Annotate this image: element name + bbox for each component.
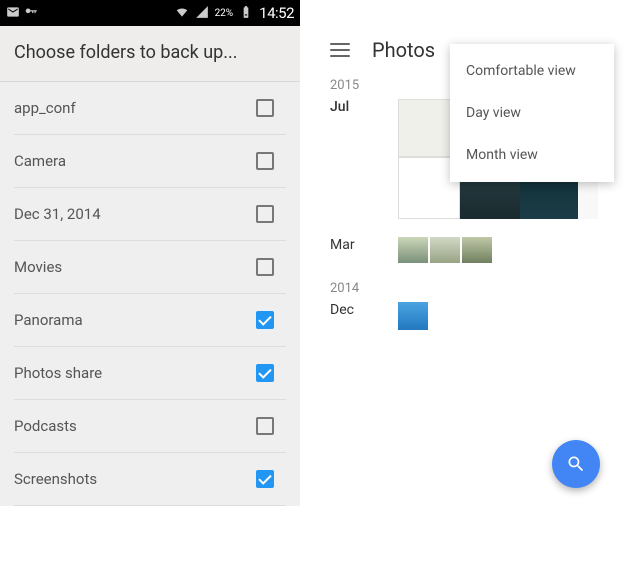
year-2014-label: 2014 bbox=[330, 281, 602, 296]
menu-item-month-view[interactable]: Month view bbox=[450, 134, 614, 176]
folder-item-camera[interactable]: Camera bbox=[14, 135, 286, 188]
month-label-mar: Mar bbox=[330, 237, 380, 253]
cell-signal-icon bbox=[195, 5, 209, 22]
month-label-jul: Jul bbox=[330, 99, 380, 115]
checkbox[interactable] bbox=[256, 152, 274, 170]
folder-label: Screenshots bbox=[14, 470, 97, 488]
thumbnail-row-mar[interactable] bbox=[398, 237, 492, 263]
folder-item-dec31[interactable]: Dec 31, 2014 bbox=[14, 188, 286, 241]
search-fab[interactable] bbox=[552, 440, 600, 488]
search-icon bbox=[566, 454, 586, 474]
folder-label: Movies bbox=[14, 258, 62, 276]
folder-label: Camera bbox=[14, 152, 66, 170]
battery-pct: 22% bbox=[215, 8, 234, 19]
month-row-dec: Dec bbox=[330, 302, 602, 330]
folder-label: Dec 31, 2014 bbox=[14, 205, 101, 223]
folder-label: app_conf bbox=[14, 99, 76, 117]
photos-title: Photos bbox=[372, 38, 435, 62]
checkbox[interactable] bbox=[256, 205, 274, 223]
checkbox-checked[interactable] bbox=[256, 470, 274, 488]
folder-label: Podcasts bbox=[14, 417, 77, 435]
month-row-mar: Mar bbox=[330, 237, 602, 263]
checkbox[interactable] bbox=[256, 99, 274, 117]
menu-item-day-view[interactable]: Day view bbox=[450, 92, 614, 134]
photo-thumbnail[interactable] bbox=[462, 237, 492, 263]
battery-icon bbox=[239, 5, 253, 22]
folder-item-panorama[interactable]: Panorama bbox=[14, 294, 286, 347]
folder-item-podcasts[interactable]: Podcasts bbox=[14, 400, 286, 453]
photo-thumbnail[interactable] bbox=[398, 302, 428, 330]
photo-thumbnail[interactable] bbox=[398, 237, 428, 263]
photo-thumbnail[interactable] bbox=[430, 237, 460, 263]
folder-list: app_conf Camera Dec 31, 2014 Movies Pano… bbox=[0, 82, 300, 506]
page-title: Choose folders to back up... bbox=[0, 26, 300, 82]
folder-label: Photos share bbox=[14, 364, 102, 382]
folder-item-photos-share[interactable]: Photos share bbox=[14, 347, 286, 400]
view-mode-menu: Comfortable view Day view Month view bbox=[450, 44, 614, 182]
menu-item-comfortable-view[interactable]: Comfortable view bbox=[450, 50, 614, 92]
status-bar: 22% 14:52 bbox=[0, 0, 300, 26]
hamburger-icon[interactable] bbox=[330, 43, 350, 57]
folder-item-movies[interactable]: Movies bbox=[14, 241, 286, 294]
wifi-icon bbox=[175, 5, 189, 22]
checkbox-checked[interactable] bbox=[256, 311, 274, 329]
checkbox[interactable] bbox=[256, 258, 274, 276]
folder-item-screenshots[interactable]: Screenshots bbox=[14, 453, 286, 506]
backup-folders-screen: 22% 14:52 Choose folders to back up... a… bbox=[0, 0, 300, 506]
status-time: 14:52 bbox=[259, 4, 294, 22]
folder-label: Panorama bbox=[14, 311, 83, 329]
checkbox-checked[interactable] bbox=[256, 364, 274, 382]
status-bar-light bbox=[316, 0, 616, 26]
key-icon bbox=[24, 5, 38, 22]
month-label-dec: Dec bbox=[330, 302, 380, 318]
folder-item-app-conf[interactable]: app_conf bbox=[14, 82, 286, 135]
checkbox[interactable] bbox=[256, 417, 274, 435]
photos-screen: Photos Comfortable view Day view Month v… bbox=[316, 0, 616, 506]
mail-icon bbox=[6, 5, 20, 22]
